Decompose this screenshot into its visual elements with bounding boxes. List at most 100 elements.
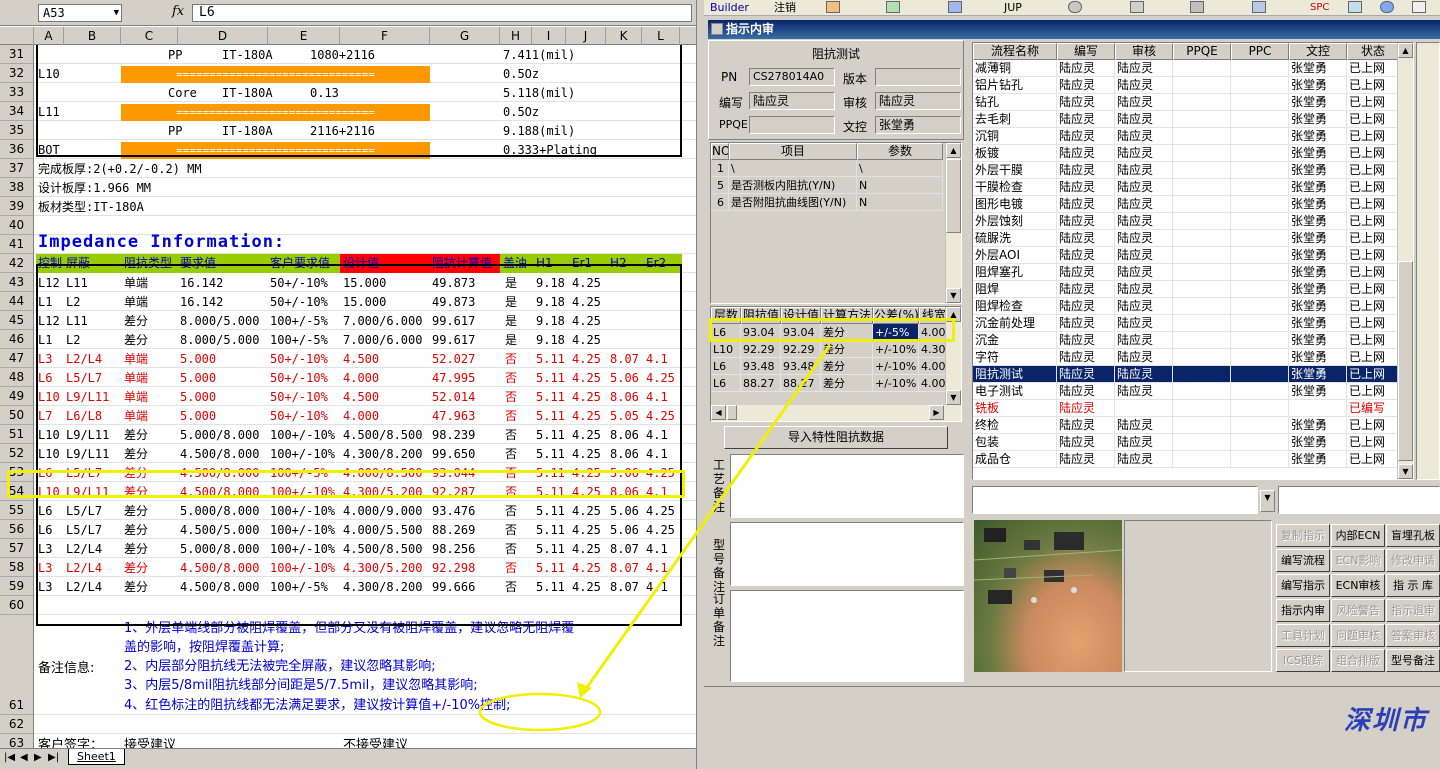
row-number[interactable]: 37 <box>0 159 34 178</box>
row-number[interactable]: 60 <box>0 596 34 615</box>
view-icon[interactable] <box>1068 1 1082 13</box>
row-number[interactable]: 42 <box>0 254 34 273</box>
column-header-c[interactable]: C <box>121 27 178 45</box>
flow-header[interactable]: 审核 <box>1115 43 1173 60</box>
row-number[interactable]: 48 <box>0 368 34 387</box>
flow-header[interactable]: 状态 <box>1347 43 1399 60</box>
action-button[interactable]: 指 示 库 <box>1386 574 1440 597</box>
action-button[interactable]: ECN审核 <box>1331 574 1385 597</box>
browser-icon[interactable] <box>1380 1 1394 13</box>
flow-row[interactable]: 阻焊检查 陆应灵 陆应灵 张堂勇 已上网 <box>973 298 1399 315</box>
column-header-k[interactable]: K <box>606 27 642 45</box>
row-number[interactable]: 44 <box>0 292 34 311</box>
flow-row[interactable]: 硫脲洗 陆应灵 陆应灵 张堂勇 已上网 <box>973 230 1399 247</box>
flow-row[interactable]: 字符 陆应灵 陆应灵 张堂勇 已上网 <box>973 349 1399 366</box>
imp-row[interactable]: L6 93.48 93.48 差分 +/-10% 4.00 <box>711 358 949 375</box>
scroll-left-icon[interactable]: ◀ <box>711 405 726 420</box>
version-field[interactable] <box>875 68 961 86</box>
chevron-down-icon[interactable]: ▼ <box>1260 490 1275 512</box>
row-number[interactable]: 62 <box>0 715 34 734</box>
row-number[interactable]: 33 <box>0 83 34 102</box>
column-header-h[interactable]: H <box>500 27 532 45</box>
flow-row[interactable]: 减薄铜 陆应灵 陆应灵 张堂勇 已上网 <box>973 60 1399 77</box>
flow-header[interactable]: 编写 <box>1057 43 1115 60</box>
flow-row[interactable]: 阻焊塞孔 陆应灵 陆应灵 张堂勇 已上网 <box>973 264 1399 281</box>
word-icon[interactable] <box>948 1 962 13</box>
row-number[interactable]: 39 <box>0 197 34 216</box>
ppqe-field[interactable] <box>749 116 835 134</box>
param-header[interactable]: NO <box>711 143 729 160</box>
row-number[interactable]: 49 <box>0 387 34 406</box>
next-sheet-icon[interactable]: ▶ <box>34 752 42 763</box>
row-number[interactable]: 45 <box>0 311 34 330</box>
scroll-right-icon[interactable]: ▶ <box>929 405 944 420</box>
column-header-b[interactable]: B <box>64 27 121 45</box>
param-row[interactable]: 1 \ \ <box>711 160 947 177</box>
flow-row[interactable]: 电子测试 陆应灵 陆应灵 张堂勇 已上网 <box>973 383 1399 400</box>
flow-row[interactable]: 终检 陆应灵 陆应灵 张堂勇 已上网 <box>973 417 1399 434</box>
flow-header[interactable]: PPQE <box>1173 43 1231 60</box>
scroll-down-icon[interactable]: ▼ <box>946 390 961 405</box>
order-memo-field[interactable] <box>730 590 964 682</box>
flow-row[interactable]: 去毛刺 陆应灵 陆应灵 张堂勇 已上网 <box>973 111 1399 128</box>
flow-row[interactable]: 沉铜 陆应灵 陆应灵 张堂勇 已上网 <box>973 128 1399 145</box>
flow-row[interactable]: 外层蚀刻 陆应灵 陆应灵 张堂勇 已上网 <box>973 213 1399 230</box>
row-number[interactable]: 36 <box>0 140 34 159</box>
flow-row[interactable]: 钻孔 陆应灵 陆应灵 张堂勇 已上网 <box>973 94 1399 111</box>
model-memo-field[interactable] <box>730 522 964 586</box>
flow-header[interactable]: 流程名称 <box>973 43 1057 60</box>
import-impedance-button[interactable]: 导入特性阻抗数据 <box>724 426 948 449</box>
flow-row[interactable]: 铝片钻孔 陆应灵 陆应灵 张堂勇 已上网 <box>973 77 1399 94</box>
scroll-down-icon[interactable]: ▼ <box>1398 464 1413 479</box>
row-number[interactable]: 41 <box>0 235 34 254</box>
imp-hscrollbar[interactable]: ◀ ▶ <box>711 405 961 421</box>
formula-input[interactable]: L6 <box>192 4 692 22</box>
flow-header[interactable]: 文控 <box>1289 43 1347 60</box>
column-header-d[interactable]: D <box>178 27 268 45</box>
last-sheet-icon[interactable]: ▶| <box>48 752 59 763</box>
row-number[interactable]: 55 <box>0 501 34 520</box>
jup-button[interactable]: JUP <box>1004 0 1022 15</box>
fx-icon[interactable]: fx <box>172 4 184 19</box>
row-number[interactable]: 32 <box>0 64 34 83</box>
action-button[interactable]: 指示内审 <box>1276 599 1330 622</box>
name-box[interactable]: A53 ▼ <box>38 4 122 22</box>
scroll-up-icon[interactable]: ▲ <box>1398 43 1413 58</box>
row-number[interactable]: 47 <box>0 349 34 368</box>
action-button[interactable]: 内部ECN <box>1331 524 1385 547</box>
row-number[interactable]: 40 <box>0 216 34 235</box>
param-row[interactable]: 5 是否测板内阻抗(Y/N) N <box>711 177 947 194</box>
flow-row[interactable]: 干膜检查 陆应灵 陆应灵 张堂勇 已上网 <box>973 179 1399 196</box>
excel-icon[interactable] <box>886 1 900 13</box>
param-scrollbar[interactable]: ▲ ▼ <box>945 143 961 303</box>
flow-row[interactable]: 沉金前处理 陆应灵 陆应灵 张堂勇 已上网 <box>973 315 1399 332</box>
flow-grid[interactable]: 流程名称 编写 审核 PPQE PPC 文控 状态 减薄铜 陆应灵 陆应灵 张堂勇 已上网 铝片钻孔 陆应… <box>972 42 1414 480</box>
row-number[interactable]: 50 <box>0 406 34 425</box>
flow-row[interactable]: 外层干膜 陆应灵 陆应灵 张堂勇 已上网 <box>973 162 1399 179</box>
action-button[interactable]: 盲埋孔板 <box>1386 524 1440 547</box>
chevron-down-icon[interactable]: ▼ <box>114 5 119 21</box>
row-number[interactable]: 51 <box>0 425 34 444</box>
row-number[interactable]: 58 <box>0 558 34 577</box>
row-number[interactable]: 61 <box>0 615 34 715</box>
column-header-i[interactable]: I <box>532 27 566 45</box>
tools-icon[interactable] <box>1190 1 1204 13</box>
row-number[interactable]: 31 <box>0 45 34 64</box>
row-number[interactable]: 52 <box>0 444 34 463</box>
column-header-e[interactable]: E <box>268 27 340 45</box>
select-all-corner[interactable] <box>0 27 34 45</box>
scroll-thumb[interactable] <box>946 159 961 233</box>
flow-row[interactable]: 包装 陆应灵 陆应灵 张堂勇 已上网 <box>973 434 1399 451</box>
prev-sheet-icon[interactable]: ◀ <box>20 752 28 763</box>
flow-scrollbar[interactable]: ▲ ▼ <box>1397 43 1413 479</box>
action-button[interactable]: 编写指示 <box>1276 574 1330 597</box>
scroll-down-icon[interactable]: ▼ <box>946 288 961 303</box>
reviewer-field[interactable]: 陆应灵 <box>875 92 961 110</box>
first-sheet-icon[interactable]: |◀ <box>4 752 15 763</box>
param-grid[interactable]: NO 项目 参数 1 \ \ 5 是否测板内阻抗(Y/N) N 6 是否附阻抗曲线图(Y/N) N ▲… <box>710 142 962 304</box>
flow-header[interactable]: PPC <box>1231 43 1289 60</box>
flow-row[interactable]: 沉金 陆应灵 陆应灵 张堂勇 已上网 <box>973 332 1399 349</box>
flow-row[interactable]: 外层AOI 陆应灵 陆应灵 张堂勇 已上网 <box>973 247 1399 264</box>
row-number[interactable]: 46 <box>0 330 34 349</box>
row-number[interactable]: 59 <box>0 577 34 596</box>
